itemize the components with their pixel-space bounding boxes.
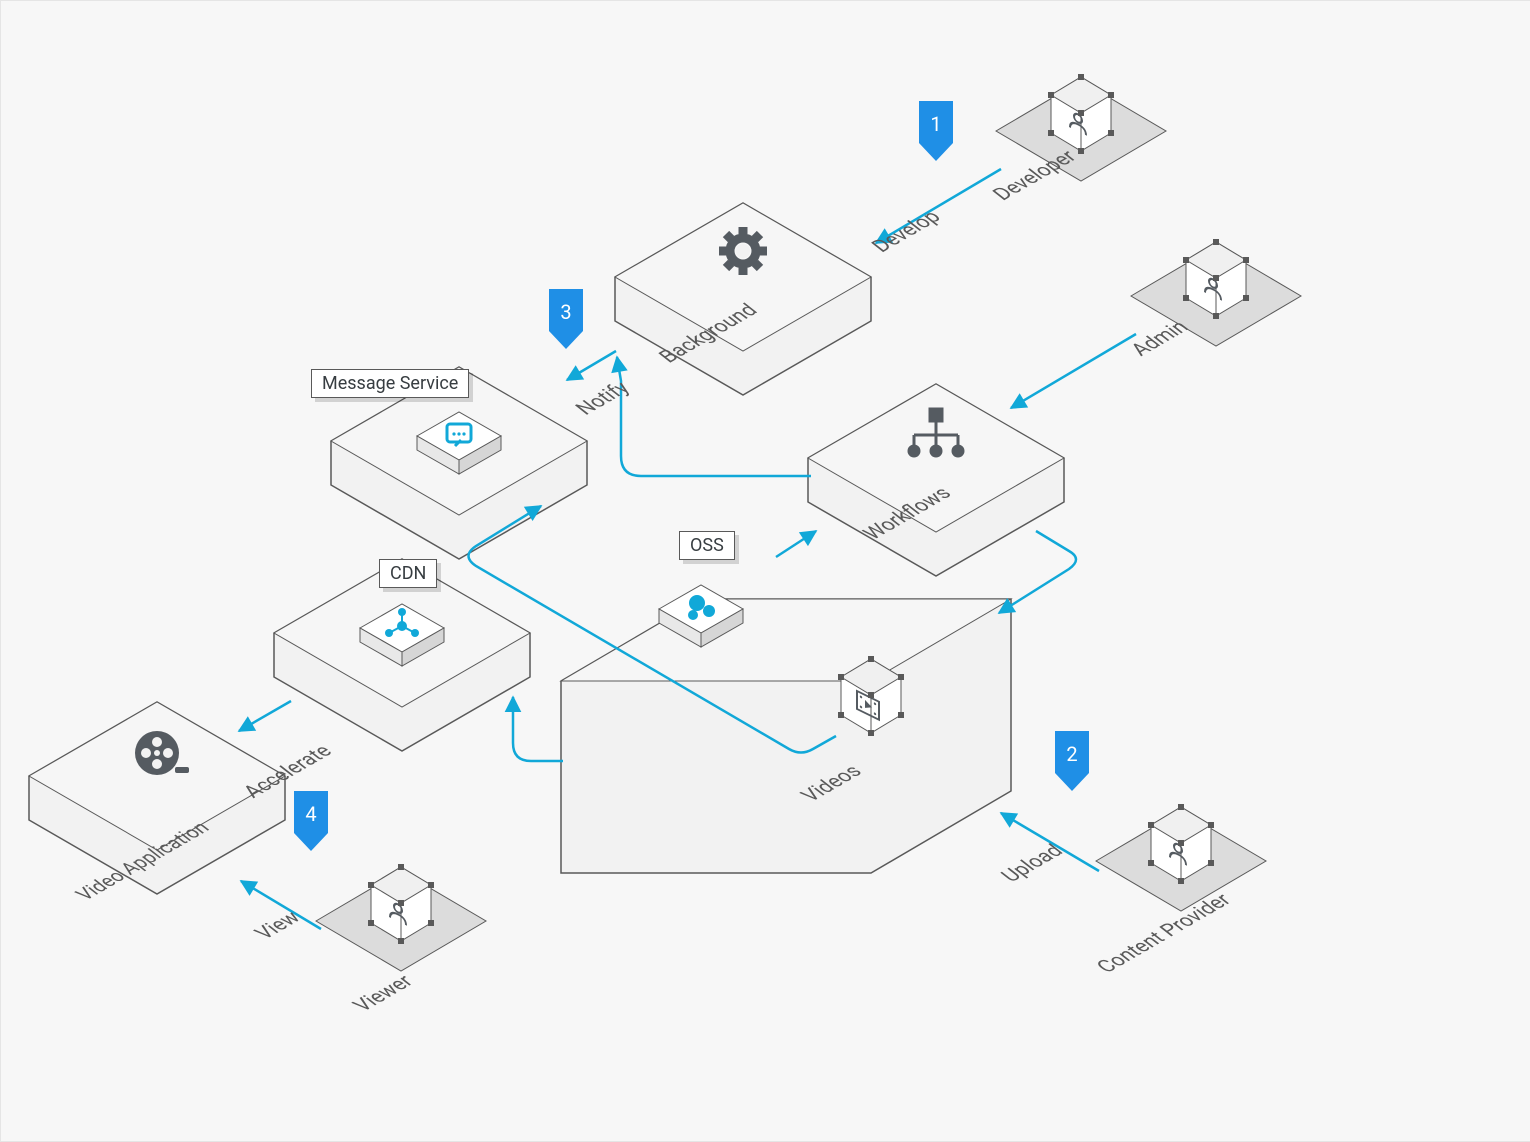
- node-workflows: [808, 384, 1064, 576]
- actor-content-provider: [1096, 804, 1266, 911]
- arrow-oss-wf: [776, 531, 816, 557]
- actor-viewer: [316, 864, 486, 971]
- label-oss: OSS: [679, 531, 735, 560]
- node-background: [615, 203, 871, 395]
- step-1: 1: [919, 101, 953, 161]
- actor-developer: [996, 74, 1166, 181]
- diagram-canvas: 1 2 3 4 Developer Admin Content Provider…: [0, 0, 1530, 1142]
- diagram-svg: 1 2 3 4: [1, 1, 1530, 1141]
- svg-text:1: 1: [930, 112, 941, 136]
- svg-text:2: 2: [1066, 742, 1077, 766]
- arrow-notify: [567, 351, 616, 380]
- svg-text:4: 4: [305, 802, 316, 826]
- arrow-videos-cdn: [513, 697, 563, 761]
- step-4: 4: [294, 791, 328, 851]
- label-message-service: Message Service: [311, 369, 469, 398]
- step-2: 2: [1055, 731, 1089, 791]
- arrow-accelerate: [239, 701, 291, 731]
- label-cdn: CDN: [379, 559, 437, 588]
- step-3: 3: [549, 289, 583, 349]
- arrow-admin: [1011, 334, 1136, 408]
- node-oss-videos: [561, 585, 1013, 873]
- svg-text:3: 3: [560, 300, 571, 324]
